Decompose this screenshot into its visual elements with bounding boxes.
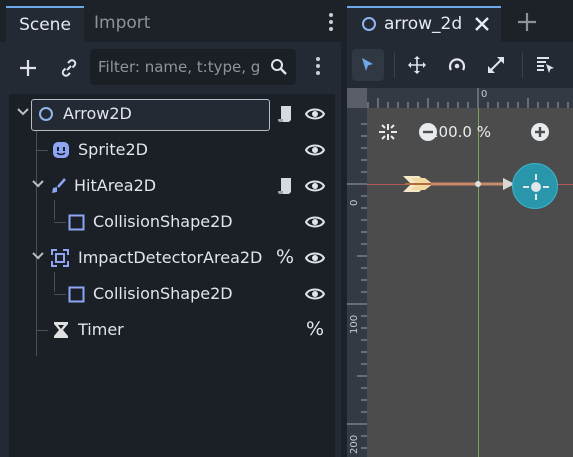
tab-scene[interactable]: Scene: [6, 6, 84, 42]
tree-item-timer[interactable]: Timer %: [9, 312, 335, 348]
visibility-eye-icon[interactable]: [305, 105, 325, 123]
scene-tree: Arrow2D Sprite2D HitArea2D CollisionShap…: [9, 94, 335, 457]
move-tool-icon: [408, 56, 426, 74]
chevron-down-icon[interactable]: [17, 107, 29, 117]
ruler-vertical: 0 100 200: [347, 108, 367, 457]
ruler-label: 100: [349, 314, 360, 334]
sprite2d-face-icon: [52, 141, 70, 159]
tab-import[interactable]: Import: [94, 6, 150, 42]
tree-item-hitarea2d[interactable]: HitArea2D: [9, 168, 335, 204]
dock-menu-icon[interactable]: [329, 13, 333, 34]
visibility-eye-icon[interactable]: [305, 141, 325, 159]
chevron-down-icon[interactable]: [32, 179, 44, 189]
tree-item-label: CollisionShape2D: [93, 212, 233, 231]
new-scene-tab-icon[interactable]: [517, 12, 537, 32]
node2d-circle-icon: [362, 17, 376, 31]
scale-tool-icon: [488, 57, 504, 73]
scale-tool-button[interactable]: [480, 49, 512, 81]
ruler-ticks: [367, 88, 569, 108]
visibility-eye-icon[interactable]: [305, 285, 325, 303]
tree-item-label: ImpactDetectorArea2D: [78, 248, 263, 267]
center-view-icon[interactable]: [378, 123, 398, 141]
collisionshape-square-icon: [67, 213, 85, 231]
scene-options-icon[interactable]: [316, 57, 320, 78]
tree-item-label: Timer: [78, 320, 124, 339]
area2d-brush-icon: [50, 177, 68, 195]
scene-dock: Scene Import Filter: name, t:type, g Arr…: [0, 0, 341, 457]
tree-item-label: HitArea2D: [74, 176, 157, 195]
unique-name-indicator[interactable]: %: [306, 318, 324, 340]
node2d-circle-icon: [37, 105, 55, 123]
close-icon[interactable]: [473, 15, 491, 33]
move-tool-button[interactable]: [401, 49, 433, 81]
scene-tab-bar: arrow_2d: [347, 0, 573, 42]
tree-item-collisionshape2d[interactable]: CollisionShape2D: [9, 204, 335, 240]
area2d-frame-icon: [51, 249, 69, 267]
ruler-label: 200: [349, 434, 360, 454]
list-select-icon: [537, 57, 554, 73]
tree-item-arrow2d[interactable]: Arrow2D: [9, 96, 335, 132]
ruler-corner: [347, 88, 367, 108]
ruler-ticks: [347, 123, 367, 449]
collisionshape-square-icon: [67, 285, 85, 303]
arrow-sprite[interactable]: [399, 172, 519, 196]
filter-input[interactable]: [90, 49, 270, 85]
search-icon: [271, 59, 287, 75]
tree-item-label: Sprite2D: [78, 140, 148, 159]
editor-area: arrow_2d 0 0 100 200 100.0 %: [347, 0, 573, 457]
zoom-level[interactable]: 100.0 %: [429, 123, 491, 141]
rotate-tool-icon: [448, 58, 466, 71]
visibility-eye-icon[interactable]: [305, 177, 325, 195]
plus-icon: [20, 60, 36, 76]
tree-item-label: CollisionShape2D: [93, 284, 233, 303]
ruler-horizontal: 0: [367, 88, 573, 108]
script-icon[interactable]: [276, 104, 294, 124]
unique-name-indicator[interactable]: %: [276, 246, 294, 268]
ruler-label: 0: [481, 89, 488, 100]
select-tool-icon: [362, 58, 373, 71]
zoom-in-icon[interactable]: [530, 122, 550, 142]
ruler-label: 0: [349, 199, 360, 206]
script-icon[interactable]: [276, 176, 294, 196]
rotate-tool-button[interactable]: [441, 49, 473, 81]
scene-tab-arrow-2d[interactable]: arrow_2d: [347, 6, 501, 42]
link-icon: [61, 59, 77, 77]
canvas-toolbar: [347, 42, 573, 88]
visibility-eye-icon[interactable]: [305, 249, 325, 267]
toolbar-divider: [394, 52, 395, 78]
visibility-eye-icon[interactable]: [305, 213, 325, 231]
tree-item-impactdetectorarea2d[interactable]: ImpactDetectorArea2D %: [9, 240, 335, 276]
tree-item-collisionshape2d[interactable]: CollisionShape2D: [9, 276, 335, 312]
toolbar-divider: [522, 52, 523, 78]
tree-item-sprite2d[interactable]: Sprite2D: [9, 132, 335, 168]
select-tool-button[interactable]: [352, 49, 384, 81]
scene-tab-label: arrow_2d: [384, 14, 463, 34]
add-node-button[interactable]: [14, 55, 42, 81]
pivot-crosshair-icon: [523, 174, 549, 200]
canvas-viewport[interactable]: 0 0 100 200 100.0 %: [347, 88, 573, 457]
list-select-button[interactable]: [529, 49, 561, 81]
chevron-down-icon[interactable]: [32, 251, 44, 261]
timer-hourglass-icon: [52, 321, 70, 339]
dock-tab-bar: Scene Import: [0, 0, 341, 42]
impact-detector-shape[interactable]: [512, 163, 558, 209]
tree-item-label: Arrow2D: [63, 104, 132, 123]
filter-field[interactable]: [90, 49, 296, 85]
instance-scene-button[interactable]: [55, 55, 83, 81]
y-axis-line: [478, 108, 479, 457]
